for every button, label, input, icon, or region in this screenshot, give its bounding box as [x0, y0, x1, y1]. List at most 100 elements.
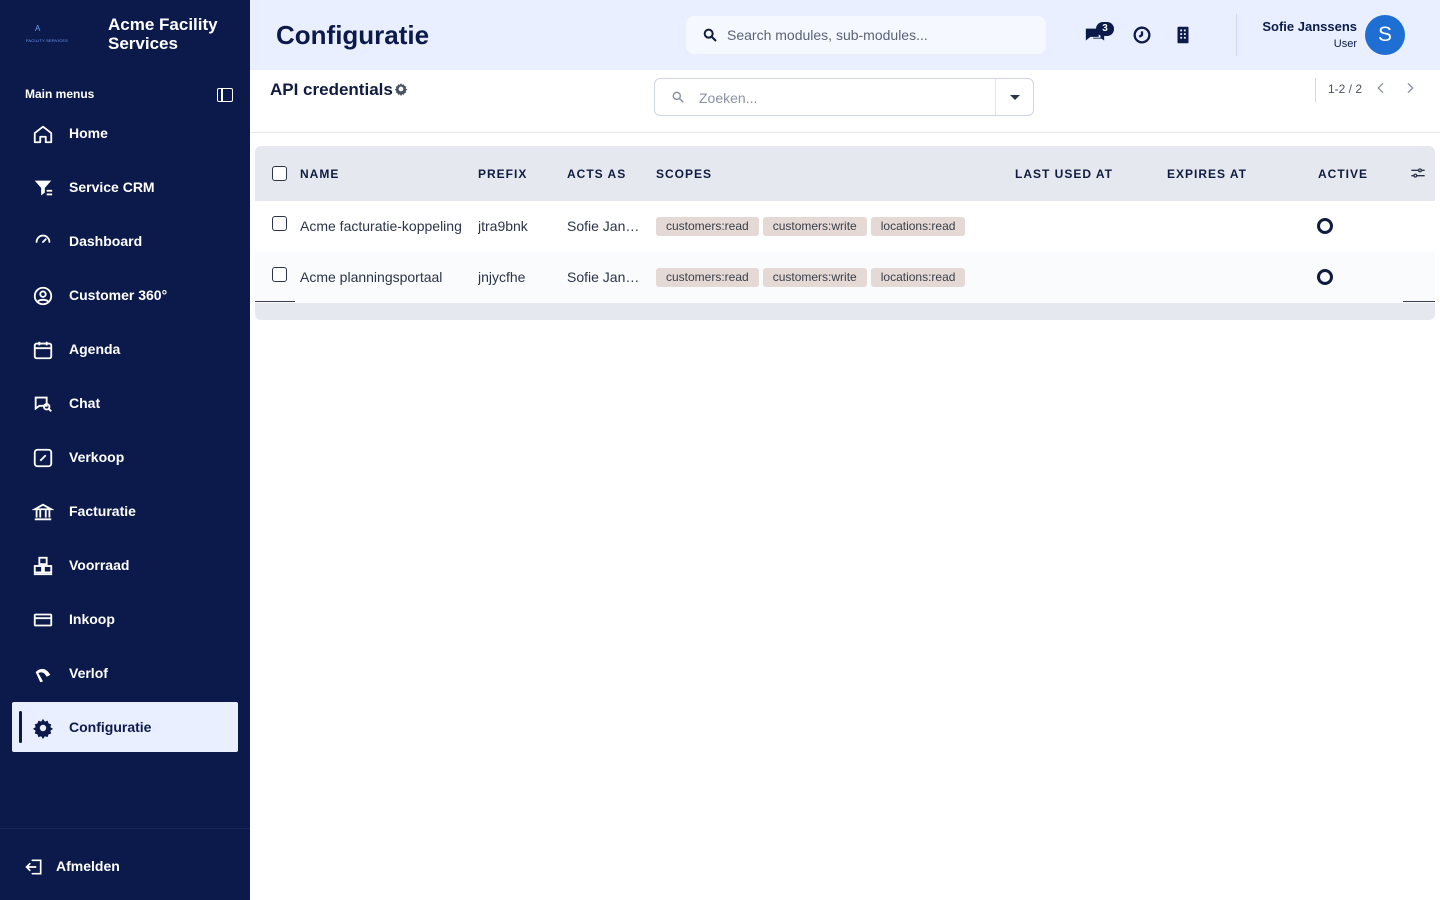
clock-icon[interactable] [1131, 24, 1153, 46]
main-menus-label: Main menus [25, 87, 95, 101]
table-header: NAME PREFIX ACTS AS SCOPES LAST USED AT … [255, 146, 1435, 201]
percent-icon [33, 448, 53, 468]
page-title: Configuratie [276, 20, 430, 50]
scope-chip: customers:read [656, 268, 759, 287]
active-status-indicator [1317, 269, 1333, 285]
column-header-scopes[interactable]: SCOPES [656, 167, 712, 181]
cell-acts-as: Sofie Janssens [567, 269, 645, 285]
chat-notification-badge: 3 [1096, 22, 1114, 36]
select-all-checkbox[interactable] [272, 166, 287, 181]
search-icon [703, 28, 717, 42]
cell-name: Acme facturatie-koppeling [300, 218, 462, 234]
sidebar-item-inkoop[interactable]: Inkoop [12, 594, 238, 644]
column-header-expires-at[interactable]: EXPIRES AT [1167, 167, 1247, 181]
user-role: User [1333, 38, 1357, 50]
avatar[interactable]: S [1365, 15, 1405, 55]
sidebar-item-label: Inkoop [69, 611, 115, 627]
home-icon [33, 125, 53, 144]
logout-button[interactable]: Afmelden [0, 828, 250, 900]
bank-icon [32, 503, 54, 521]
sidebar-item-label: Service CRM [69, 179, 155, 195]
top-header: Configuratie Search modules, sub-modules… [250, 0, 1440, 70]
filter-dropdown-toggle[interactable] [995, 79, 1033, 115]
api-credentials-table: NAME PREFIX ACTS AS SCOPES LAST USED AT … [255, 146, 1435, 320]
scrollbar-right-marker [1403, 301, 1435, 302]
cell-prefix: jnjycfhe [478, 269, 526, 285]
column-header-last-used-at[interactable]: LAST USED AT [1015, 167, 1113, 181]
scope-chip: locations:read [870, 268, 966, 287]
sidebar: A FACILITY SERVICES Acme Facility Servic… [0, 0, 250, 900]
cell-prefix: jtra9bnk [478, 218, 528, 234]
pager-divider [1315, 78, 1316, 102]
sidebar-item-verkoop[interactable]: Verkoop [12, 432, 238, 482]
logout-label: Afmelden [56, 858, 120, 874]
column-header-acts-as[interactable]: ACTS AS [567, 167, 626, 181]
plane-icon [35, 668, 51, 683]
content-toolbar: API credentials Zoeken... 1-2 / 2 [250, 70, 1440, 133]
building-icon[interactable] [1172, 24, 1194, 46]
scrollbar-left-marker [255, 301, 295, 302]
sidebar-item-label: Verlof [69, 665, 108, 681]
card-icon [33, 613, 53, 627]
logo-subtext: FACILITY SERVICES [26, 38, 68, 43]
pager-count: 1-2 / 2 [1328, 82, 1363, 96]
sidebar-item-label: Configuratie [69, 719, 152, 735]
cell-scopes: customers:read customers:write locations:r… [656, 217, 969, 236]
user-name: Sofie Janssens [1262, 19, 1357, 34]
sidebar-item-agenda[interactable]: Agenda [12, 324, 238, 374]
chevron-right-icon[interactable] [1402, 80, 1418, 96]
sidebar-item-voorraad[interactable]: Voorraad [12, 540, 238, 590]
table-row[interactable]: Acme planningsportaal jnjycfhe Sofie Jan… [255, 252, 1435, 303]
column-header-name[interactable]: NAME [300, 167, 339, 181]
sidebar-item-label: Voorraad [69, 557, 130, 573]
sidebar-item-dashboard[interactable]: Dashboard [12, 216, 238, 266]
search-input[interactable]: Search modules, sub-modules... [727, 27, 928, 43]
row-checkbox[interactable] [272, 267, 287, 282]
company-logo: A FACILITY SERVICES [26, 24, 72, 48]
filter-icon [34, 180, 53, 196]
sidebar-item-label: Customer 360° [69, 287, 168, 303]
sidebar-item-verlof[interactable]: Verlof [12, 648, 238, 698]
sidebar-item-label: Chat [69, 395, 101, 411]
company-name: Acme Facility Services [108, 15, 218, 53]
sidebar-item-configuratie[interactable]: Configuratie [12, 702, 238, 752]
collapse-sidebar-icon[interactable] [217, 88, 233, 102]
table-search[interactable]: Zoeken... [654, 78, 1034, 116]
brand: A FACILITY SERVICES Acme Facility Servic… [0, 0, 250, 70]
cell-acts-as: Sofie Janssens [567, 218, 645, 234]
logout-icon [25, 859, 42, 875]
header-divider [1236, 14, 1237, 56]
cell-name: Acme planningsportaal [300, 269, 443, 285]
sidebar-item-label: Verkoop [69, 449, 125, 465]
table-row[interactable]: Acme facturatie-koppeling jtra9bnk Sofie… [255, 201, 1435, 252]
sidebar-item-facturatie[interactable]: Facturatie [12, 486, 238, 536]
sidebar-item-service-crm[interactable]: Service CRM [12, 162, 238, 212]
warehouse-icon [33, 556, 53, 576]
search-input[interactable]: Zoeken... [699, 90, 757, 106]
chevron-left-icon[interactable] [1373, 80, 1389, 96]
row-checkbox[interactable] [272, 216, 287, 231]
logo-letter: A [35, 24, 41, 33]
settings-gear-icon[interactable] [394, 82, 408, 96]
column-header-active[interactable]: ACTIVE [1318, 167, 1368, 181]
column-settings-icon[interactable] [1410, 166, 1426, 180]
scope-chip: customers:write [762, 268, 867, 287]
scope-chip: customers:read [656, 217, 759, 236]
sidebar-item-customer-360[interactable]: Customer 360° [12, 270, 238, 320]
scope-chip: customers:write [762, 217, 867, 236]
sidebar-item-home[interactable]: Home [12, 108, 238, 158]
gear-icon [32, 718, 54, 739]
column-header-prefix[interactable]: PREFIX [478, 167, 527, 181]
scope-chip: locations:read [870, 217, 966, 236]
main-nav: Home Service CRM Dashboard Customer 360°… [12, 108, 238, 756]
cell-scopes: customers:read customers:write locations:r… [656, 268, 969, 287]
chat-search-icon [34, 396, 52, 412]
sidebar-item-label: Home [69, 125, 108, 141]
sidebar-item-label: Facturatie [69, 503, 136, 519]
global-search[interactable]: Search modules, sub-modules... [686, 16, 1046, 54]
active-status-indicator [1317, 218, 1333, 234]
gauge-icon [35, 234, 51, 243]
section-title: API credentials [270, 80, 393, 99]
sidebar-item-label: Agenda [69, 341, 121, 357]
sidebar-item-chat[interactable]: Chat [12, 378, 238, 428]
